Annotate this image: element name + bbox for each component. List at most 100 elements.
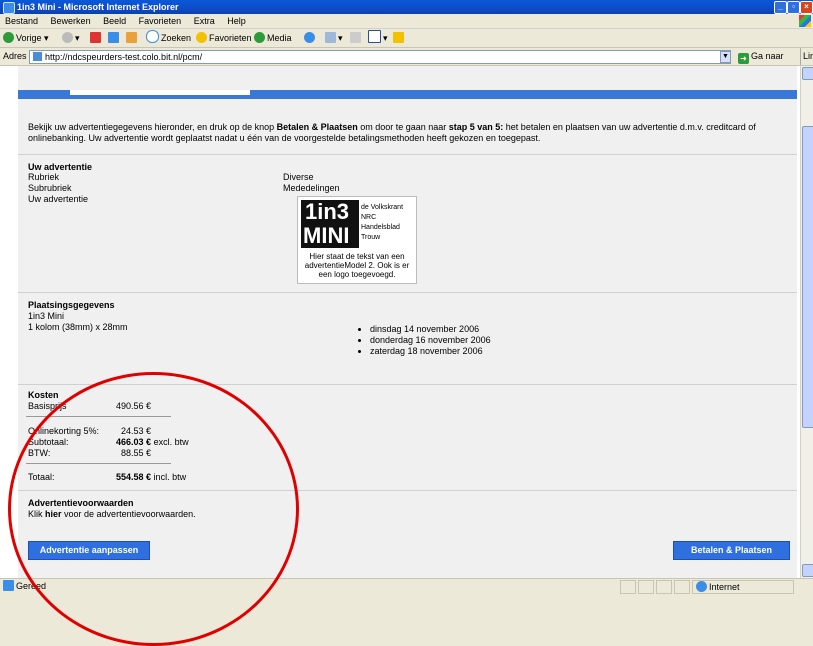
status-text: Gereed — [3, 579, 46, 593]
browser-viewport: Bekijk uw advertentiegegevens hieronder,… — [0, 66, 800, 578]
star-icon — [196, 32, 207, 43]
home-icon — [126, 32, 137, 43]
page-status-icon — [3, 580, 14, 591]
page-icon — [33, 52, 42, 61]
favorites-button[interactable]: Favorieten — [196, 29, 252, 47]
messenger-button[interactable] — [393, 29, 406, 47]
placement-product: 1in3 Mini — [28, 311, 65, 321]
ad-heading: Uw advertentie — [28, 162, 93, 172]
newspaper-list: de Volkskrant NRC Handelsblad Trouw — [361, 204, 404, 241]
back-arrow-icon — [3, 32, 14, 43]
globe-icon — [696, 581, 707, 592]
menu-extra[interactable]: Extra — [189, 14, 220, 28]
go-arrow-icon: ➜ — [738, 53, 749, 64]
divider — [26, 463, 171, 464]
divider — [26, 416, 171, 417]
stop-icon — [90, 32, 101, 43]
home-button[interactable] — [126, 29, 139, 47]
close-icon[interactable]: × — [800, 1, 813, 14]
scroll-down-icon[interactable] — [802, 564, 813, 577]
1in3-mini-logo: 1in3 MINI — [301, 200, 359, 248]
status-bar: Gereed Internet — [0, 578, 813, 594]
menu-bestand[interactable]: Bestand — [0, 14, 43, 28]
divider — [18, 292, 797, 293]
address-bar: Adres http://ndcspeurders-test.colo.bit.… — [0, 48, 813, 66]
menu-favorieten[interactable]: Favorieten — [134, 14, 187, 28]
folder-icon — [393, 32, 404, 43]
totaal-value: 554.58 € incl. btw — [116, 472, 187, 482]
forward-arrow-icon — [62, 32, 73, 43]
divider — [18, 384, 797, 385]
mail-button[interactable]: ▾ — [325, 29, 343, 47]
subrubriek-value: Mededelingen — [283, 183, 340, 193]
address-input[interactable]: http://ndcspeurders-test.colo.bit.nl/pcm… — [29, 50, 731, 64]
subtotaal-value: 466.03 € excl. btw — [116, 437, 189, 447]
scroll-thumb[interactable] — [802, 126, 813, 428]
menu-help[interactable]: Help — [222, 14, 251, 28]
print-icon — [350, 32, 361, 43]
refresh-button[interactable] — [108, 29, 121, 47]
address-dropdown-icon[interactable]: ▼ — [720, 51, 731, 63]
ad-preview: 1in3 MINI de Volkskrant NRC Handelsblad … — [297, 196, 417, 284]
divider — [18, 490, 797, 491]
header-tab — [70, 90, 250, 95]
vertical-scrollbar[interactable] — [800, 66, 813, 578]
toolbar: Vorige ▾ ▾ Zoeken Favorieten Media ▾ ▾ — [0, 29, 813, 48]
scroll-up-icon[interactable] — [802, 67, 813, 80]
btw-value: 88.55 € — [121, 448, 152, 458]
pay-and-place-button[interactable]: Betalen & Plaatsen — [673, 541, 790, 560]
back-button[interactable]: Vorige ▾ — [3, 29, 49, 47]
stop-button[interactable] — [90, 29, 103, 47]
maximize-icon[interactable]: ▫ — [787, 1, 800, 14]
edit-ad-button[interactable]: Advertentie aanpassen — [28, 541, 150, 560]
korting-label: Onlinekorting 5%: — [28, 426, 100, 436]
ad-caption: Hier staat de tekst van een advertentieM… — [304, 252, 410, 279]
totaal-label: Totaal: — [28, 472, 55, 482]
divider — [18, 154, 797, 155]
rubriek-label: Rubriek — [28, 172, 60, 182]
forward-button[interactable]: ▾ — [62, 29, 80, 47]
print-button[interactable] — [350, 29, 363, 47]
terms-text: Klik hier voor de advertentievoorwaarden… — [28, 509, 196, 519]
terms-link[interactable]: hier — [45, 509, 62, 519]
address-url: http://ndcspeurders-test.colo.bit.nl/pcm… — [45, 52, 203, 62]
links-button[interactable]: Links — [800, 48, 813, 65]
basis-value: 490.56 € — [116, 401, 152, 411]
list-item: zaterdag 18 november 2006 — [370, 346, 491, 357]
terms-heading: Advertentievoorwaarden — [28, 498, 134, 508]
placement-size: 1 kolom (38mm) x 28mm — [28, 322, 128, 332]
minimize-icon[interactable]: _ — [774, 1, 787, 14]
menu-beeld[interactable]: Beeld — [98, 14, 131, 28]
ad-label: Uw advertentie — [28, 194, 89, 204]
rubriek-value: Diverse — [283, 172, 314, 182]
refresh-icon — [108, 32, 119, 43]
mail-icon — [325, 32, 336, 43]
subtotaal-label: Subtotaal: — [28, 437, 69, 447]
placement-dates: dinsdag 14 november 2006 donderdag 16 no… — [356, 324, 491, 357]
ie-icon — [3, 2, 15, 14]
placement-heading: Plaatsingsgegevens — [28, 300, 115, 310]
list-item: donderdag 16 november 2006 — [370, 335, 491, 346]
subrubriek-label: Subrubriek — [28, 183, 72, 193]
btw-label: BTW: — [28, 448, 51, 458]
menu-bewerken[interactable]: Bewerken — [46, 14, 96, 28]
list-item: dinsdag 14 november 2006 — [370, 324, 491, 335]
windows-logo-icon — [799, 15, 811, 27]
address-label: Adres — [3, 51, 27, 61]
korting-value: 24.53 € — [121, 426, 152, 436]
history-button[interactable] — [304, 29, 317, 47]
page-content: Bekijk uw advertentiegegevens hieronder,… — [18, 66, 797, 578]
go-button[interactable]: ➜ Ga naar — [738, 48, 784, 65]
word-icon — [368, 30, 381, 43]
menu-bar: Bestand Bewerken Beeld Favorieten Extra … — [0, 14, 813, 29]
media-icon — [254, 32, 265, 43]
search-icon — [146, 30, 159, 43]
window-title-bar: 1in3 Mini - Microsoft Internet Explorer … — [0, 0, 813, 14]
media-button[interactable]: Media — [254, 29, 292, 47]
window-title: 1in3 Mini - Microsoft Internet Explorer — [17, 2, 179, 12]
search-button[interactable]: Zoeken — [146, 29, 191, 47]
intro-text: Bekijk uw advertentiegegevens hieronder,… — [28, 122, 756, 143]
word-button[interactable]: ▾ — [368, 29, 388, 47]
history-icon — [304, 32, 315, 43]
basis-label: Basisprijs — [28, 401, 67, 411]
